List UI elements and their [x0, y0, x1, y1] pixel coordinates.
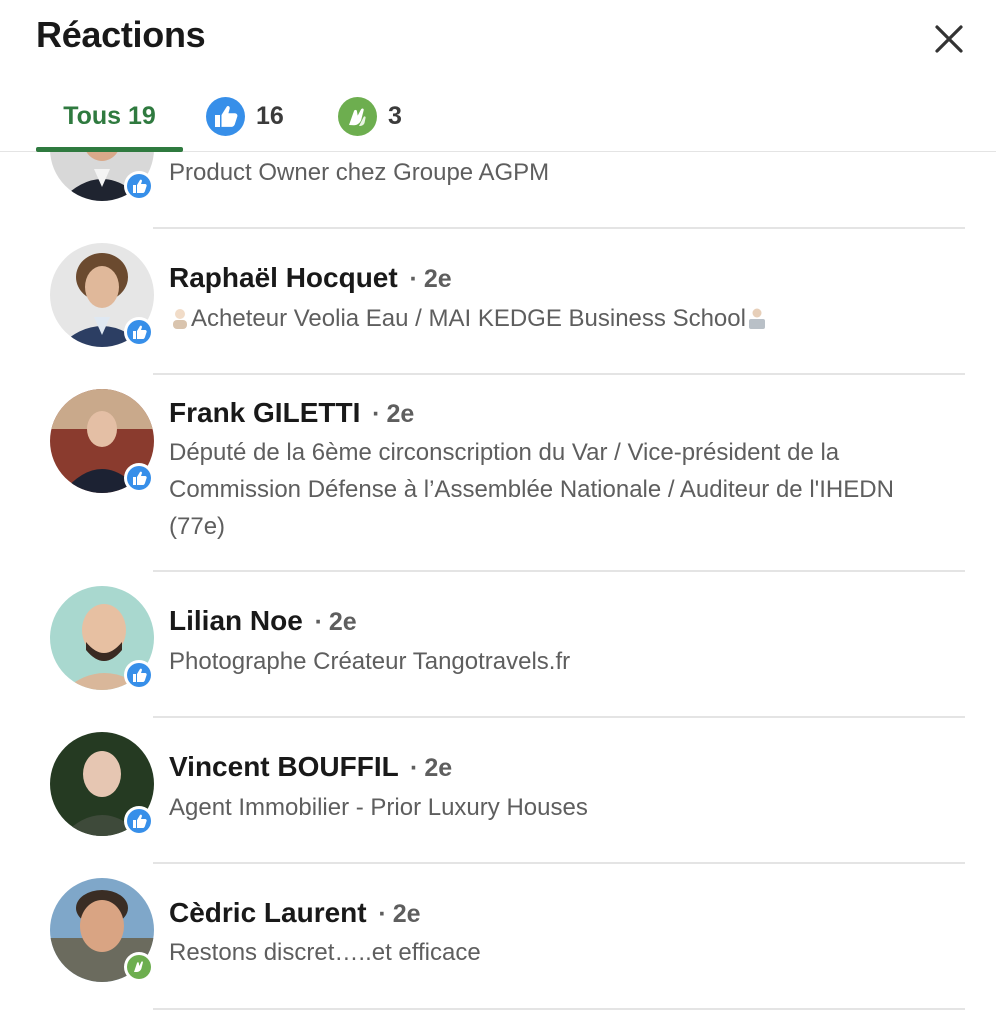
reactor-name[interactable]: Vincent BOUFFIL: [169, 751, 398, 782]
person-emoji-icon: [173, 309, 187, 329]
divider: [153, 570, 965, 572]
reactions-header: Réactions Tous 19 16 3: [0, 0, 996, 152]
celebrate-badge-icon: [124, 952, 154, 982]
tab-all-label: Tous 19: [63, 101, 156, 130]
divider: [153, 1008, 965, 1010]
active-tab-indicator: [36, 147, 183, 152]
like-badge-icon: [124, 463, 154, 493]
like-badge-icon: [124, 317, 154, 347]
tab-celebrate[interactable]: 3: [337, 80, 402, 152]
divider: [153, 716, 965, 718]
reactor-name-line[interactable]: Frank GILETTI · 2e: [169, 397, 414, 429]
reaction-tabs: Tous 19 16 3: [0, 80, 996, 152]
celebrate-icon: [338, 96, 377, 136]
reactor-name-line[interactable]: Lilian Noe · 2e: [169, 605, 357, 637]
connection-degree: · 2e: [410, 754, 453, 782]
tab-celebrate-count: 3: [388, 101, 402, 130]
laptop-person-emoji-icon: [748, 308, 765, 329]
reactor-name[interactable]: Frank GILETTI: [169, 397, 360, 428]
divider: [153, 373, 965, 375]
reactor-headline: Product Owner chez Groupe AGPM: [169, 159, 550, 186]
reactor-name[interactable]: Lilian Noe: [169, 605, 303, 636]
like-badge-icon: [124, 806, 154, 836]
reactor-name-line[interactable]: Raphaël Hocquet · 2e: [169, 262, 452, 294]
like-badge-icon: [124, 660, 154, 690]
dialog-title: Réactions: [36, 14, 206, 55]
reactor-headline: Acheteur Veolia Eau / MAI KEDGE Business…: [169, 300, 949, 337]
close-button[interactable]: [926, 16, 972, 62]
close-icon: [935, 25, 963, 53]
reactor-name[interactable]: Raphaël Hocquet: [169, 262, 398, 293]
like-badge-icon: [124, 171, 154, 201]
reactor-headline: Restons discret…..et efficace: [169, 939, 481, 966]
like-icon: [206, 96, 245, 136]
divider: [153, 862, 965, 864]
connection-degree: · 2e: [372, 400, 415, 428]
connection-degree: · 2e: [378, 900, 421, 928]
reactor-name[interactable]: Cèdric Laurent: [169, 897, 367, 928]
connection-degree: · 2e: [409, 265, 452, 293]
divider: [153, 227, 965, 229]
tab-like[interactable]: 16: [205, 80, 284, 152]
reactor-headline: Député de la 6ème circonscription du Var…: [169, 439, 894, 540]
reactor-headline: Photographe Créateur Tangotravels.fr: [169, 648, 571, 675]
connection-degree: · 2e: [314, 608, 357, 636]
reactor-name-line[interactable]: Cèdric Laurent · 2e: [169, 897, 421, 929]
reactor-name-line[interactable]: Vincent BOUFFIL · 2e: [169, 751, 452, 783]
tab-like-count: 16: [256, 101, 284, 130]
tab-all[interactable]: Tous 19: [36, 80, 183, 152]
reactor-headline: Agent Immobilier - Prior Luxury Houses: [169, 794, 588, 821]
